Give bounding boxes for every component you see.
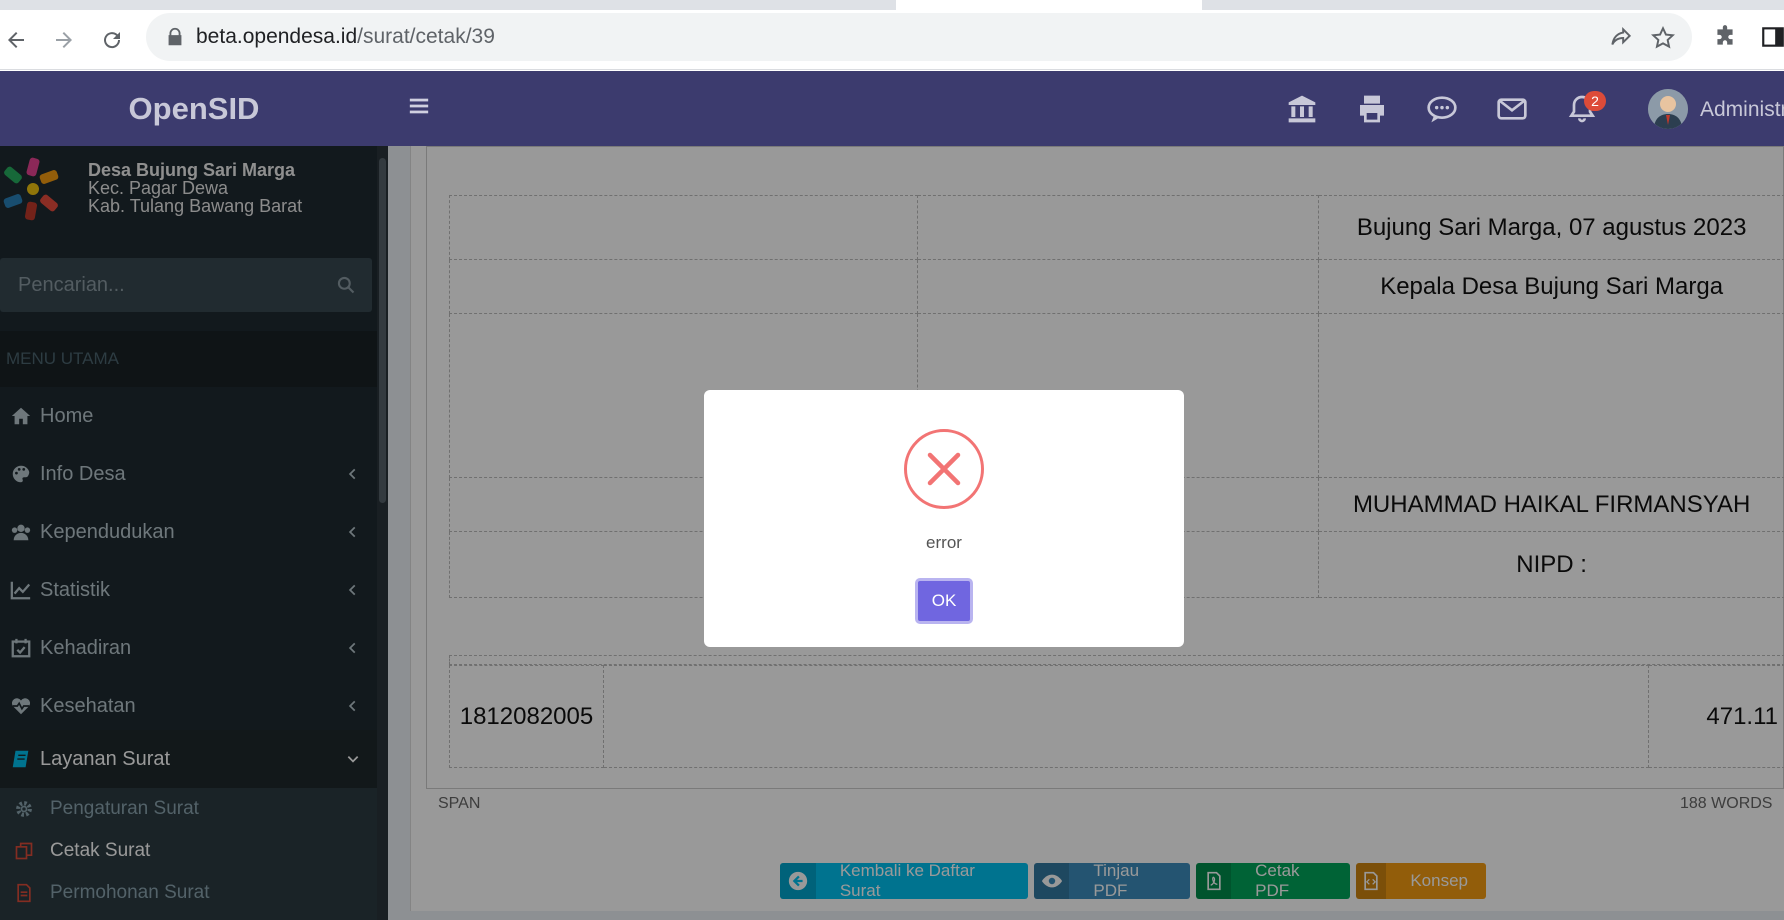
url-text: beta.opendesa.id/surat/cetak/39 xyxy=(196,25,495,49)
back-arrow-icon[interactable] xyxy=(0,24,32,56)
error-message: error xyxy=(926,533,962,552)
address-bar[interactable]: beta.opendesa.id/surat/cetak/39 xyxy=(146,13,1692,61)
url-host: beta.opendesa.id xyxy=(196,25,358,48)
header-overlay xyxy=(0,71,1784,146)
side-panel-icon[interactable] xyxy=(1760,24,1784,50)
url-path: /surat/cetak/39 xyxy=(357,25,495,48)
error-dialog: error OK xyxy=(704,390,1184,647)
error-x-icon xyxy=(904,429,984,509)
reload-icon[interactable] xyxy=(96,24,128,56)
ok-button[interactable]: OK xyxy=(915,578,973,624)
bookmark-star-icon[interactable] xyxy=(1650,25,1676,51)
browser-toolbar: beta.opendesa.id/surat/cetak/39 xyxy=(0,10,1784,70)
browser-tabstrip xyxy=(0,0,1784,10)
lock-icon xyxy=(168,27,182,46)
share-icon[interactable] xyxy=(1608,25,1634,51)
extensions-puzzle-icon[interactable] xyxy=(1712,24,1738,50)
forward-arrow-icon[interactable] xyxy=(48,24,80,56)
browser-tab-active[interactable] xyxy=(896,0,1202,10)
